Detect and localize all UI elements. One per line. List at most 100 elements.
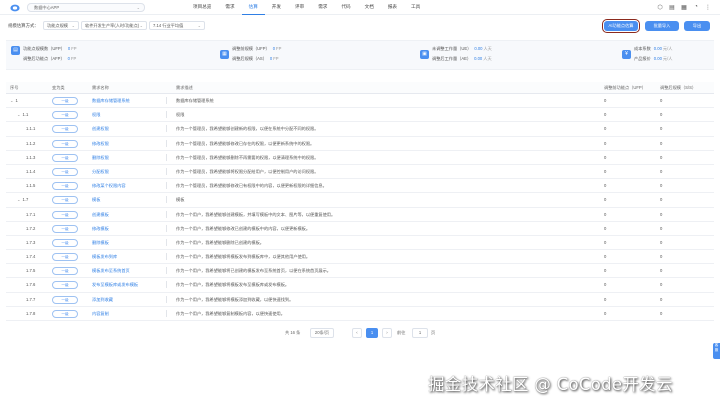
table-row[interactable]: 1.7.2 一级 修改模板 作为一个用户，我希望能够修改已创建的模板中的内容，以便更新… (6, 222, 714, 236)
customer-service-tab[interactable]: 客服 (713, 343, 720, 359)
requirement-name-link[interactable]: 权限 (92, 112, 100, 118)
ss-value: 0 (660, 183, 663, 189)
menu-item-9[interactable]: 工具 (404, 0, 427, 15)
cube-icon[interactable]: ⬡ (656, 3, 664, 11)
menu-item-5[interactable]: 需求 (311, 0, 334, 15)
requirement-name-link[interactable]: 模板 (92, 197, 100, 203)
table-row[interactable]: ⌄ 1.7 一级 模板 模板 0 0 (6, 193, 714, 208)
next-page-button[interactable]: › (382, 328, 392, 338)
menu-item-2[interactable]: 估算 (241, 0, 265, 15)
type-badge[interactable]: 一级 (52, 182, 78, 191)
type-badge[interactable]: 一级 (52, 153, 78, 162)
type-badge[interactable]: 一级 (52, 281, 78, 290)
menu-item-6[interactable]: 代码 (334, 0, 357, 15)
table-row[interactable]: 1.7.4 一级 模板发布到库 作为一个用户，我希望能够将模板发布到模板库中，以便其他… (6, 250, 714, 265)
table-row[interactable]: 1.1.5 一级 修改某个权限内容 作为一个管理员，我希望能够修改已有权限中的内容，以… (6, 179, 714, 194)
top-navigation-bar: 数据中心APP ⌄ 项目总览 需求 估算 开发 评审 需求 代码 文档 报表 工具 ⬡ ▤ ▦ ◔… (0, 0, 720, 15)
type-badge[interactable]: 一级 (52, 224, 78, 233)
table-row[interactable]: 1.7.1 一级 创建模板 作为一个用户，我希望能够创建模板，并填写模板中的文本、图片… (6, 208, 714, 222)
menu-item-8[interactable]: 报表 (381, 0, 404, 15)
ss-value: 0 (660, 140, 663, 146)
requirement-name-link[interactable]: 修改权限 (92, 141, 109, 147)
type-badge[interactable]: 一级 (52, 295, 78, 304)
requirement-name-link[interactable]: 修改模板 (92, 226, 109, 232)
type-badge[interactable]: 一级 (52, 111, 78, 120)
type-badge[interactable]: 一级 (52, 196, 78, 205)
type-badge[interactable]: 一级 (52, 238, 78, 247)
table-row[interactable]: 1.7.8 一级 内容复制 作为一个用户，我希望能够复制模板内容，以便快速使用。 0 0 (6, 307, 714, 321)
requirement-name-link[interactable]: 修改某个权限内容 (92, 183, 126, 189)
table-row[interactable]: 1.7.3 一级 删除模板 作为一个用户，我希望能够删除已创建的模板。 0 0 (6, 236, 714, 251)
table-row[interactable]: ⌄ 1.1 一级 权限 权限 0 0 (6, 108, 714, 123)
ufp-value: 0 (604, 282, 607, 288)
row-no: 1.1.4 (26, 168, 36, 174)
type-badge[interactable]: 一级 (52, 309, 78, 318)
table-row[interactable]: 1.1.1 一级 创建权限 作为一个管理员，我希望能够创建新的权限，以便在系统中分配不… (6, 122, 714, 137)
type-badge[interactable]: 一级 (52, 97, 78, 105)
goto-page-input[interactable]: 1 (412, 328, 428, 338)
type-badge[interactable]: 一级 (52, 139, 78, 148)
menu-item-7[interactable]: 文档 (358, 0, 381, 15)
type-badge[interactable]: 一级 (52, 210, 78, 219)
requirement-name-link[interactable]: 分配权限 (92, 169, 109, 175)
ai-estimate-button[interactable]: AI功能点估算 (602, 19, 640, 33)
project-select[interactable]: 数据中心APP ⌄ (27, 3, 145, 12)
estimate-summary: ▤ 功能点规模数（UFP） 0FP 调整后功能点（AFP） 0FP ▦ 调整前规模（… (6, 40, 714, 70)
batch-import-button[interactable]: 批量导入 (645, 21, 679, 31)
app-logo-icon[interactable] (10, 4, 20, 12)
summary-as-scale: 调整后规模（AS） 0FP (232, 56, 279, 61)
pager-total: 共 16 条 (285, 330, 301, 335)
table-row[interactable]: 1.1.2 一级 修改权限 作为一个管理员，我希望能够修改已存在的权限，以便更新系统中… (6, 137, 714, 151)
requirement-name-link[interactable]: 添加到收藏 (92, 297, 113, 303)
menu-item-1[interactable]: 需求 (218, 0, 241, 15)
industry-average-select[interactable]: 7.14 行业平均值 ⌄ (149, 21, 205, 30)
requirement-name-link[interactable]: 模板发布至系统首页 (92, 268, 130, 274)
type-badge[interactable]: 一级 (52, 253, 78, 262)
menu-item-0[interactable]: 项目总览 (186, 0, 218, 15)
column-divider (166, 196, 167, 204)
page-1-button[interactable]: 1 (366, 328, 378, 338)
table-row[interactable]: 1.7.6 一级 发布至模板库或发布模板 作为一个用户，我希望能够将模板发布至模板库或… (6, 278, 714, 293)
page-size-select[interactable]: 20条/页 (310, 328, 334, 338)
table-row[interactable]: 1.1.4 一级 分配权限 作为一个管理员，我希望能够将权限分配给用户，以便控制用户的… (6, 165, 714, 180)
ufp-value: 0 (604, 239, 607, 245)
table-row[interactable]: 1.1.3 一级 删除权限 作为一个管理员，我希望能够删除不再需要的权限，以便清理系统… (6, 151, 714, 165)
export-button[interactable]: 导出 (684, 21, 710, 31)
user-icon[interactable]: ◔ (692, 3, 700, 11)
grid-icon[interactable]: ▦ (680, 3, 688, 11)
menu-item-4[interactable]: 评审 (288, 0, 311, 15)
type-badge[interactable]: 一级 (52, 167, 78, 176)
requirement-name-link[interactable]: 创建模板 (92, 212, 109, 218)
requirement-name-link[interactable]: 创建权限 (92, 126, 109, 132)
prev-page-button[interactable]: ‹ (352, 328, 362, 338)
document-icon[interactable]: ▤ (668, 3, 676, 11)
type-badge[interactable]: 一级 (52, 125, 78, 134)
table-row[interactable]: 1.7.7 一级 添加到收藏 作为一个用户，我希望能够将模板添加到收藏，以便快速找到。… (6, 293, 714, 307)
summary-cost-factor: 成本系数 0.00元/人 (634, 46, 673, 51)
requirement-name-link[interactable]: 数据库存储管理系统 (92, 98, 130, 104)
more-icon[interactable]: ⋮ (704, 3, 712, 11)
requirement-name-link[interactable]: 模板发布到库 (92, 254, 117, 260)
expand-arrow-icon[interactable]: ⌄ (17, 197, 21, 202)
requirement-name-link[interactable]: 删除模板 (92, 240, 109, 246)
scale-method-select[interactable]: 功能点规模 ⌄ (43, 21, 79, 30)
requirement-name-link[interactable]: 删除权限 (92, 155, 109, 161)
ufp-value: 0 (604, 310, 607, 316)
summary-ae: 调整后工作量（AE） 0.00人天 (432, 56, 492, 61)
watermark-text: 掘金技术社区 @ CoCode开发云 (428, 375, 673, 394)
menu-item-3[interactable]: 开发 (265, 0, 288, 15)
dev-productivity-select[interactable]: 软件开发生产率(人时/功能点) ⌄ (81, 21, 147, 30)
requirement-name-link[interactable]: 内容复制 (92, 311, 109, 317)
ufp-value: 0 (604, 126, 607, 132)
type-badge[interactable]: 一级 (52, 267, 78, 276)
row-no: 1.7.6 (26, 282, 36, 288)
expand-arrow-icon[interactable]: ⌄ (10, 98, 14, 103)
expand-arrow-icon[interactable]: ⌄ (17, 112, 21, 117)
ss-value: 0 (660, 268, 663, 274)
table-row[interactable]: 1.7.5 一级 模板发布至系统首页 作为一个用户，我希望能够将已创建的模板发布至系统… (6, 264, 714, 279)
requirement-desc: 作为一个管理员，我希望能够删除不再需要的权限，以便清理系统中的权限。 (176, 154, 319, 160)
table-header: 序号 变为类 需求名称 需求描述 调整前功能点（UFP） 调整后规模（S/S） (6, 82, 714, 94)
requirement-name-link[interactable]: 发布至模板库或发布模板 (92, 282, 138, 288)
dev-productivity-value: 软件开发生产率(人时/功能点) (85, 23, 140, 28)
table-row[interactable]: ⌄ 1 一级 数据库存储管理系统 数据库存储管理系统 0 0 (6, 94, 714, 109)
